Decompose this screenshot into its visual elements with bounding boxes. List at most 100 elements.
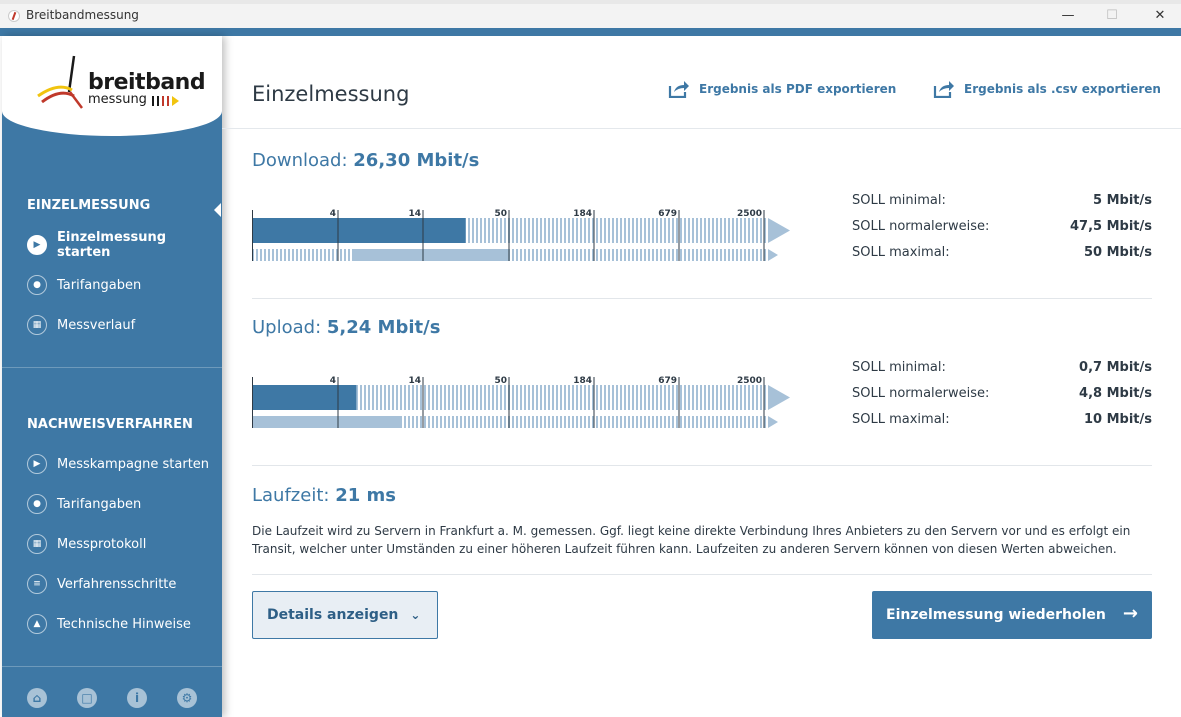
upload-soll-max-label: SOLL maximal:: [852, 412, 950, 427]
section-divider: [252, 298, 1152, 299]
logo-subtitle: messung: [88, 92, 147, 107]
measured-bar: [252, 218, 466, 243]
sidebar-item-label: Tarifangaben: [57, 496, 142, 512]
logo: breitband messung: [2, 36, 222, 136]
header-divider: [222, 128, 1181, 129]
arrow-right-icon: →: [1122, 603, 1138, 624]
scale-arrow-lower: [768, 416, 778, 428]
info-icon[interactable]: i: [127, 688, 147, 708]
minimize-button[interactable]: —: [1056, 6, 1080, 26]
scale-arrow-lower: [768, 249, 778, 261]
latency-title: Laufzeit: 21 ms: [252, 485, 396, 506]
window-title: Breitbandmessung: [26, 8, 139, 22]
sidebar-item-messprotokoll[interactable]: ▦ Messprotokoll: [27, 532, 217, 556]
maximize-button[interactable]: ☐: [1100, 6, 1124, 26]
scale-arrow-upper: [768, 385, 790, 410]
repeat-measurement-button[interactable]: Einzelmessung wiederholen →: [872, 591, 1152, 639]
upload-soll-min-label: SOLL minimal:: [852, 360, 946, 375]
play-icon: ▶: [27, 235, 47, 255]
tick-label: 50: [494, 209, 507, 219]
tick-label: 14: [408, 209, 421, 219]
section-title-nachweisverfahren: NACHWEISVERFAHREN: [27, 417, 193, 432]
sidebar-item-tarifangaben[interactable]: ● Tarifangaben: [27, 273, 217, 297]
download-soll-max-value: 50 Mbit/s: [1083, 245, 1152, 260]
play-icon: ▶: [27, 454, 47, 474]
sidebar-item-tarifangaben-nachweis[interactable]: ● Tarifangaben: [27, 492, 217, 516]
user-card-icon: ●: [27, 275, 47, 295]
upload-speed-bar: 4 14 50 184 679 2500: [252, 376, 790, 428]
gear-icon[interactable]: ⚙: [177, 688, 197, 708]
upload-soll-min-value: 0,7 Mbit/s: [1079, 360, 1152, 375]
section-divider: [252, 574, 1152, 575]
latency-value: 21 ms: [335, 485, 396, 506]
sidebar-item-technische-hinweise[interactable]: ▲ Technische Hinweise: [27, 612, 217, 636]
tick-label: 2500: [737, 376, 762, 386]
section-divider: [252, 465, 1152, 466]
tick-label: 4: [330, 376, 336, 386]
upload-value: 5,24 Mbit/s: [326, 317, 441, 338]
download-title: Download: 26,30 Mbit/s: [252, 150, 479, 171]
warning-icon: ▲: [27, 614, 47, 634]
app-icon: [8, 10, 20, 22]
export-icon: [933, 81, 954, 98]
download-soll-min-value: 5 Mbit/s: [1093, 193, 1152, 208]
download-soll-normal-value: 47,5 Mbit/s: [1070, 219, 1152, 234]
download-value: 26,30 Mbit/s: [353, 150, 480, 171]
export-pdf-button[interactable]: Ergebnis als PDF exportieren: [668, 79, 896, 99]
page-title: Einzelmessung: [252, 82, 410, 106]
tick-label: 184: [573, 209, 592, 219]
scale-arrow-upper: [768, 218, 790, 243]
tick-label: 50: [494, 376, 507, 386]
sidebar-item-label: Messkampagne starten: [57, 456, 210, 472]
download-soll-max-label: SOLL maximal:: [852, 245, 950, 260]
sidebar-item-label: Tarifangaben: [57, 277, 142, 293]
upload-soll-max-value: 10 Mbit/s: [1083, 412, 1152, 427]
upload-soll-normal-value: 4,8 Mbit/s: [1079, 386, 1152, 401]
sidebar-item-label: Verfahrensschritte: [57, 576, 177, 592]
sidebar-item-einzelmessung-starten[interactable]: ▶ Einzelmessung starten: [27, 230, 217, 260]
soll-range-bar: [252, 416, 401, 428]
sidebar: breitband messung EINZELMESSUNG ▶ Einzel…: [2, 36, 222, 717]
list-icon: ≡: [27, 574, 47, 594]
logo-swoosh-icon: [37, 55, 83, 109]
download-speed-bar: 4 14 50 184 679 2500: [252, 209, 790, 261]
tick-label: 14: [408, 376, 421, 386]
sidebar-item-label: Einzelmessung starten: [57, 230, 167, 260]
latency-label: Laufzeit:: [252, 485, 330, 506]
upload-title: Upload: 5,24 Mbit/s: [252, 317, 440, 338]
chat-icon[interactable]: □: [77, 688, 97, 708]
sidebar-divider: [2, 367, 222, 368]
close-button[interactable]: ✕: [1148, 6, 1172, 26]
sidebar-item-messverlauf[interactable]: ▦ Messverlauf: [27, 313, 217, 337]
scale-track-lower: [252, 249, 768, 261]
tick-label: 184: [573, 376, 592, 386]
home-icon[interactable]: ⌂: [27, 688, 47, 708]
details-button-label: Details anzeigen: [267, 607, 399, 623]
tick-label: 2500: [737, 209, 762, 219]
upload-label: Upload:: [252, 317, 322, 338]
calendar-icon: ▦: [27, 534, 47, 554]
upload-soll-normal-label: SOLL normalerweise:: [852, 386, 990, 401]
logo-bars: [152, 96, 182, 106]
accent-bar: [0, 28, 1181, 36]
latency-description: Die Laufzeit wird zu Servern in Frankfur…: [252, 524, 1131, 556]
export-csv-button[interactable]: Ergebnis als .csv exportieren: [933, 79, 1161, 99]
repeat-button-label: Einzelmessung wiederholen: [886, 607, 1106, 623]
details-button[interactable]: Details anzeigen ⌄: [252, 591, 438, 639]
measured-bar: [252, 385, 357, 410]
title-bar: Breitbandmessung — ☐ ✕: [0, 4, 1181, 28]
tick-label: 679: [658, 376, 677, 386]
active-item-marker: [214, 203, 221, 217]
calendar-icon: ▦: [27, 315, 47, 335]
chevron-down-icon: ⌄: [410, 608, 421, 622]
download-label: Download:: [252, 150, 348, 171]
user-card-icon: ●: [27, 494, 47, 514]
download-soll-min-label: SOLL minimal:: [852, 193, 946, 208]
sidebar-item-messkampagne-starten[interactable]: ▶ Messkampagne starten: [27, 452, 217, 476]
section-title-einzelmessung: EINZELMESSUNG: [27, 198, 151, 213]
sidebar-item-verfahrensschritte[interactable]: ≡ Verfahrensschritte: [27, 572, 217, 596]
export-icon: [668, 81, 689, 98]
sidebar-item-label: Messverlauf: [57, 317, 136, 333]
export-pdf-label: Ergebnis als PDF exportieren: [699, 82, 897, 96]
tick-label: 679: [658, 209, 677, 219]
